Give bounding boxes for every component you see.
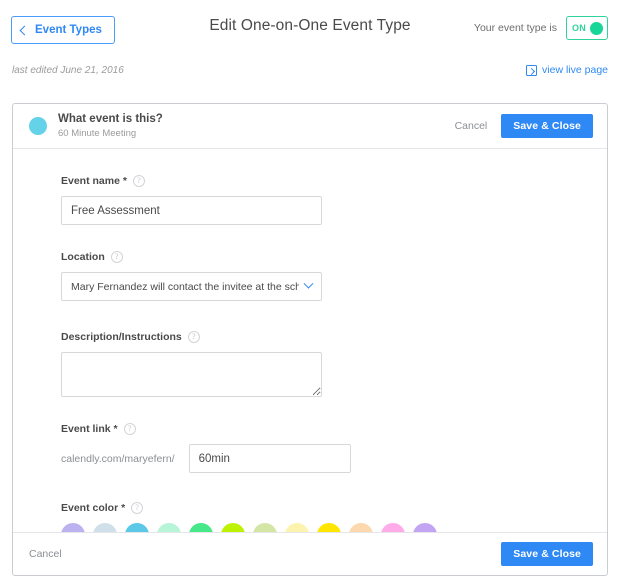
color-swatch-sky-blue[interactable] [125, 523, 149, 532]
color-swatch-mint[interactable] [157, 523, 181, 532]
location-label-row: Location ? [61, 251, 607, 263]
last-edited-text: last edited June 21, 2016 [12, 65, 124, 76]
card-header-text: What event is this? 60 Minute Meeting [58, 112, 163, 140]
event-type-toggle-group: Your event type is ON [474, 16, 608, 40]
help-icon[interactable]: ? [123, 423, 136, 435]
top-bar: Event Types Edit One-on-One Event Type Y… [0, 0, 620, 62]
event-color-dot-icon [29, 117, 47, 135]
description-label-row: Description/Instructions ? [61, 331, 607, 343]
header-save-and-close-button[interactable]: Save & Close [501, 114, 593, 138]
event-type-on-off-toggle[interactable]: ON [566, 16, 608, 40]
event-link-slug-input[interactable] [188, 444, 351, 473]
color-swatch-green[interactable] [189, 523, 213, 532]
card-header: What event is this? 60 Minute Meeting Ca… [13, 104, 607, 149]
location-select-wrap: Mary Fernandez will contact the invitee … [61, 272, 322, 301]
event-color-label-row: Event color * ? [61, 502, 607, 514]
toggle-knob-icon [590, 21, 603, 35]
location-selected-value: Mary Fernandez will contact the invitee … [71, 280, 299, 293]
event-color-label: Event color * [61, 502, 126, 514]
card-subtitle: 60 Minute Meeting [58, 128, 137, 139]
color-swatch-pale-yellow[interactable] [285, 523, 309, 532]
help-icon[interactable]: ? [131, 502, 144, 514]
meta-row: last edited June 21, 2016 view live page [0, 62, 620, 86]
view-live-page-label: view live page [542, 64, 608, 76]
event-name-field: Event name * ? [13, 175, 607, 225]
footer-save-and-close-button[interactable]: Save & Close [501, 542, 593, 566]
color-swatch-lavender[interactable] [61, 523, 85, 532]
description-field: Description/Instructions ? [13, 331, 607, 397]
event-link-label: Event link * [61, 423, 118, 435]
event-color-swatch-list [61, 523, 607, 532]
color-swatch-peach[interactable] [349, 523, 373, 532]
footer-cancel-button[interactable]: Cancel [29, 548, 62, 560]
card-footer: Cancel Save & Close [13, 532, 607, 575]
header-cancel-button[interactable]: Cancel [455, 120, 488, 132]
event-link-row: calendly.com/maryefern/ [61, 444, 607, 473]
view-live-page-link[interactable]: view live page [526, 64, 608, 76]
event-color-field: Event color * ? [13, 502, 607, 532]
location-label: Location [61, 251, 105, 263]
external-link-icon [526, 64, 538, 76]
event-link-prefix: calendly.com/maryefern/ [61, 452, 175, 465]
help-icon[interactable]: ? [110, 251, 123, 263]
location-field: Location ? Mary Fernandez will contact t… [13, 251, 607, 301]
chevron-down-icon [303, 278, 314, 289]
toggle-description-label: Your event type is [473, 22, 557, 34]
event-name-label-row: Event name * ? [61, 175, 607, 187]
card-body: Event name * ? Location ? Mary Fernandez… [13, 149, 607, 532]
color-swatch-pale-blue[interactable] [93, 523, 117, 532]
help-icon[interactable]: ? [187, 331, 200, 343]
description-label: Description/Instructions [61, 331, 182, 343]
description-textarea[interactable] [61, 352, 322, 397]
color-swatch-pink[interactable] [381, 523, 405, 532]
edit-event-card: What event is this? 60 Minute Meeting Ca… [12, 103, 608, 576]
toggle-state-label: ON [572, 23, 586, 33]
color-swatch-violet[interactable] [413, 523, 437, 532]
color-swatch-yellow[interactable] [317, 523, 341, 532]
color-swatch-lime[interactable] [221, 523, 245, 532]
help-icon[interactable]: ? [132, 175, 145, 187]
location-select[interactable]: Mary Fernandez will contact the invitee … [61, 272, 322, 301]
app-page: Event Types Edit One-on-One Event Type Y… [0, 0, 620, 587]
event-link-label-row: Event link * ? [61, 423, 607, 435]
event-link-field: Event link * ? calendly.com/maryefern/ [13, 423, 607, 473]
card-header-actions: Cancel Save & Close [455, 114, 593, 138]
event-name-label: Event name * [61, 175, 127, 187]
color-swatch-sage[interactable] [253, 523, 277, 532]
card-title: What event is this? [58, 113, 163, 125]
event-name-input[interactable] [61, 196, 322, 225]
